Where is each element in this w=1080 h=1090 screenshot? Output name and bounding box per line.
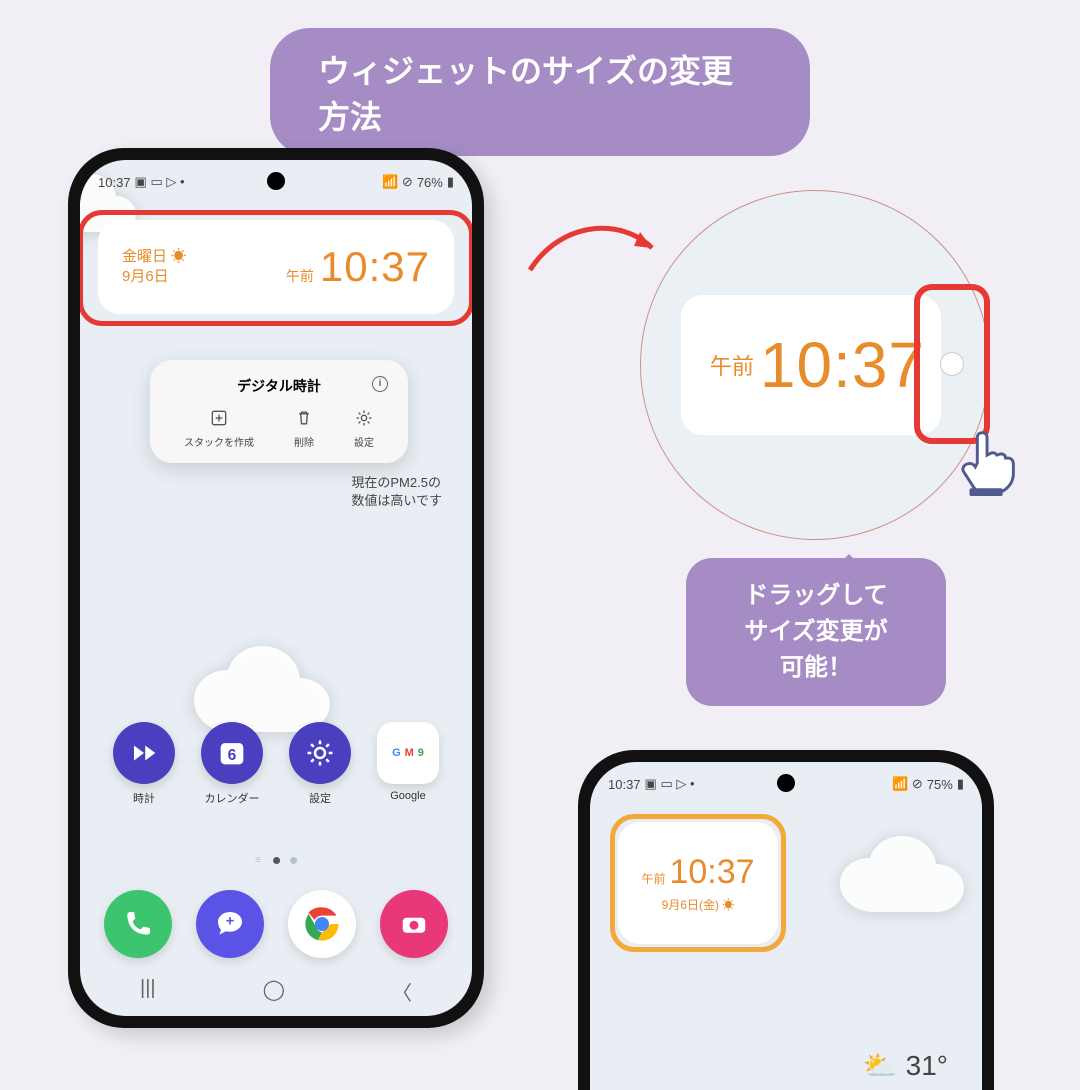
nav-recents-icon[interactable]: ||| <box>140 977 156 1006</box>
fastforward-icon <box>129 738 159 768</box>
svg-text:6: 6 <box>228 747 237 764</box>
status-time-2: 10:37 <box>608 777 641 792</box>
arrow-icon <box>522 200 672 320</box>
menu-stack-label: スタックを作成 <box>184 434 254 449</box>
app-settings-label: 設定 <box>309 790 331 806</box>
home-indicator-icon: ≡ <box>255 855 263 866</box>
status-icons-left: ▣ ▭ ▷ • <box>135 174 185 190</box>
widget2-ampm: 午前 <box>641 870 665 887</box>
app-clock[interactable]: 時計 <box>104 722 184 806</box>
dock: + <box>104 890 448 958</box>
dock-messages[interactable]: + <box>196 890 264 958</box>
widget2-date: 9月6日(金) ☀ <box>662 896 735 913</box>
status-icons-right: 📶 ⊘ <box>382 174 413 190</box>
chrome-icon <box>302 904 342 944</box>
menu-settings-label: 設定 <box>354 434 374 449</box>
battery-icon: ▮ <box>447 174 454 190</box>
phone-left: 10:37 ▣ ▭ ▷ • 📶 ⊘ 76% ▮ 金曜日 ☀ 9月6日 午前 10… <box>68 148 484 1028</box>
clock-widget-small[interactable]: 午前 10:37 9月6日(金) ☀ <box>618 822 778 944</box>
phone-icon <box>122 908 154 940</box>
android-nav: ||| ◯ 〈 <box>140 977 412 1006</box>
home-screen-2[interactable]: 10:37 ▣ ▭ ▷ • 📶 ⊘ 75% ▮ 午前 10:37 9月6日(金)… <box>590 762 982 1090</box>
dock-phone[interactable] <box>104 890 172 958</box>
widget-time: 10:37 <box>320 243 430 291</box>
page-title: ウィジェットのサイズの変更方法 <box>270 28 810 156</box>
nav-home-icon[interactable]: ◯ <box>263 977 285 1006</box>
hand-pointer-icon <box>950 420 1028 500</box>
menu-delete-label: 削除 <box>294 434 314 449</box>
app-calendar-label: カレンダー <box>205 790 260 806</box>
app-google-label: Google <box>390 790 425 802</box>
app-row: 時計 6 カレンダー 設定 GM9 Google <box>104 722 448 806</box>
nav-back-icon[interactable]: 〈 <box>392 977 412 1006</box>
widget-context-menu: デジタル時計 i スタックを作成 削除 設定 <box>150 360 408 463</box>
widget-day: 金曜日 ☀ <box>122 247 186 267</box>
weather-widget[interactable]: ⛅ 31° <box>863 1049 948 1082</box>
app-clock-label: 時計 <box>133 790 155 806</box>
zoom-ampm: 午前 <box>710 349 754 381</box>
dock-chrome[interactable] <box>288 890 356 958</box>
status-icons-left-2: ▣ ▭ ▷ • <box>645 776 695 792</box>
weather-emoji-icon: ⛅ <box>863 1049 898 1082</box>
home-screen[interactable]: 10:37 ▣ ▭ ▷ • 📶 ⊘ 76% ▮ 金曜日 ☀ 9月6日 午前 10… <box>80 160 472 1016</box>
camera-icon <box>399 909 429 939</box>
weather-temp: 31° <box>906 1050 948 1082</box>
status-time: 10:37 <box>98 175 131 190</box>
app-calendar[interactable]: 6 カレンダー <box>192 722 272 806</box>
clock-widget-wide[interactable]: 金曜日 ☀ 9月6日 午前 10:37 <box>98 220 454 314</box>
gear-icon <box>305 738 335 768</box>
instruction-bubble: ドラッグして サイズ変更が 可能！ <box>686 558 946 706</box>
widget-ampm: 午前 <box>286 266 314 286</box>
zoom-time: 10:37 <box>760 328 925 402</box>
menu-create-stack[interactable]: スタックを作成 <box>184 408 254 449</box>
google-folder-icon: GM9 <box>377 722 439 784</box>
app-google-folder[interactable]: GM9 Google <box>368 722 448 806</box>
calendar-icon: 6 <box>215 736 249 770</box>
app-settings[interactable]: 設定 <box>280 722 360 806</box>
widget2-time: 10:37 <box>669 853 754 892</box>
pm25-hint: 現在のPM2.5の 数値は高いです <box>351 474 442 509</box>
popup-title: デジタル時計 <box>237 378 321 394</box>
svg-text:+: + <box>226 913 235 929</box>
menu-settings[interactable]: 設定 <box>354 408 374 449</box>
dock-camera[interactable] <box>380 890 448 958</box>
phone-right: 10:37 ▣ ▭ ▷ • 📶 ⊘ 75% ▮ 午前 10:37 9月6日(金)… <box>578 750 994 1090</box>
menu-delete[interactable]: 削除 <box>294 408 314 449</box>
clock-widget-zoom: 午前 10:37 <box>681 295 941 435</box>
status-bar-2: 10:37 ▣ ▭ ▷ • 📶 ⊘ 75% ▮ <box>590 770 982 798</box>
status-icons-right-2: 📶 ⊘ <box>892 776 923 792</box>
widget-date: 9月6日 <box>122 267 186 287</box>
info-icon[interactable]: i <box>372 376 388 392</box>
chat-plus-icon: + <box>214 908 246 940</box>
status-battery: 76% <box>417 175 443 190</box>
status-battery-2: 75% <box>927 777 953 792</box>
battery-icon: ▮ <box>957 776 964 792</box>
page-indicator[interactable]: ≡ <box>255 855 297 866</box>
status-bar: 10:37 ▣ ▭ ▷ • 📶 ⊘ 76% ▮ <box>80 168 472 196</box>
cloud-icon <box>832 822 982 932</box>
